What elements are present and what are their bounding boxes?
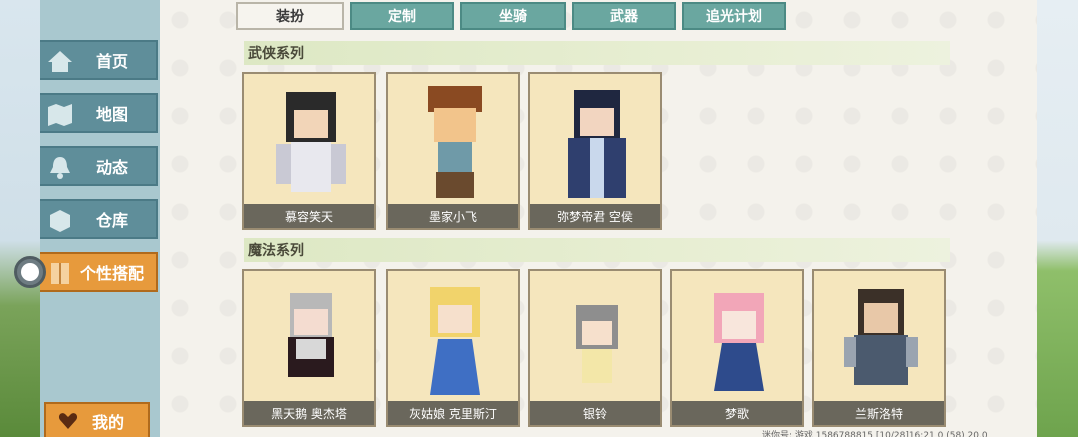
sidebar-item-label: 地图 xyxy=(95,105,128,124)
character-figure xyxy=(428,86,482,198)
sidebar-item-label: 个性搭配 xyxy=(79,264,144,283)
mine-label: 我的 xyxy=(92,413,125,432)
tab-mount[interactable]: 坐骑 xyxy=(460,2,566,30)
background-scenery-right xyxy=(1030,0,1078,437)
map-icon xyxy=(48,104,72,126)
skin-card[interactable]: 灰姑娘 克里斯汀 xyxy=(386,269,520,427)
character-figure xyxy=(568,90,626,198)
footer-status: 迷你号: 游戏 1586788815 [10/28]16:21 0 (58) 2… xyxy=(762,431,988,437)
tab-weapon[interactable]: 武器 xyxy=(572,2,676,30)
sidebar-item-home[interactable]: 首页 xyxy=(40,40,158,80)
mine-button[interactable]: 我的 xyxy=(44,402,150,437)
tab-outfit[interactable]: 装扮 xyxy=(236,2,344,30)
skin-card[interactable]: 梦歌 xyxy=(670,269,804,427)
section-title: 武侠系列 xyxy=(244,41,950,65)
character-figure xyxy=(430,287,480,395)
skin-card[interactable]: 黑天鹅 奥杰塔 xyxy=(242,269,376,427)
character-figure xyxy=(844,289,918,385)
bell-icon xyxy=(50,157,70,179)
skin-card[interactable]: 弥梦帝君 空侯 xyxy=(528,72,662,230)
wardrobe-icon xyxy=(51,263,69,284)
skin-name: 兰斯洛特 xyxy=(814,401,944,425)
skin-name: 黑天鹅 奥杰塔 xyxy=(244,401,374,425)
heart-icon xyxy=(58,413,78,429)
sidebar-item-label: 仓库 xyxy=(95,211,128,230)
sidebar-item-label: 动态 xyxy=(95,158,128,177)
skin-name: 弥梦帝君 空侯 xyxy=(530,204,660,228)
character-figure xyxy=(276,92,346,192)
skin-name: 银铃 xyxy=(530,401,660,425)
sidebar-item-map[interactable]: 地图 xyxy=(40,93,158,133)
skin-name: 慕容笑天 xyxy=(244,204,374,228)
sidebar-item-customize[interactable]: 个性搭配 xyxy=(40,252,158,292)
skin-card[interactable]: 银铃 xyxy=(528,269,662,427)
skin-card[interactable]: 慕容笑天 xyxy=(242,72,376,230)
skin-name: 梦歌 xyxy=(672,401,802,425)
tab-light-plan[interactable]: 追光计划 xyxy=(682,2,786,30)
tab-bar: 装扮 定制 坐骑 武器 追光计划 xyxy=(236,2,786,30)
skin-name: 墨家小飞 xyxy=(388,204,518,228)
sidebar-item-warehouse[interactable]: 仓库 xyxy=(40,199,158,239)
sidebar-item-activity[interactable]: 动态 xyxy=(40,146,158,186)
section-title: 魔法系列 xyxy=(244,238,950,262)
main-panel: 装扮 定制 坐骑 武器 追光计划 武侠系列 慕容笑天 墨家小飞 弥梦帝君 空侯 … xyxy=(160,0,1037,437)
character-figure xyxy=(288,293,334,377)
character-figure xyxy=(714,293,764,391)
toggle-switch[interactable] xyxy=(14,256,46,288)
skin-card[interactable]: 兰斯洛特 xyxy=(812,269,946,427)
sidebar-item-label: 首页 xyxy=(95,52,128,71)
home-icon xyxy=(48,51,72,72)
sidebar: 首页 地图 动态 仓库 个性搭配 xyxy=(40,0,160,437)
background-scenery-left xyxy=(0,0,45,437)
skin-card[interactable]: 墨家小飞 xyxy=(386,72,520,230)
tab-custom[interactable]: 定制 xyxy=(350,2,454,30)
skin-name: 灰姑娘 克里斯汀 xyxy=(388,401,518,425)
box-icon xyxy=(50,210,70,232)
character-figure xyxy=(576,305,618,383)
